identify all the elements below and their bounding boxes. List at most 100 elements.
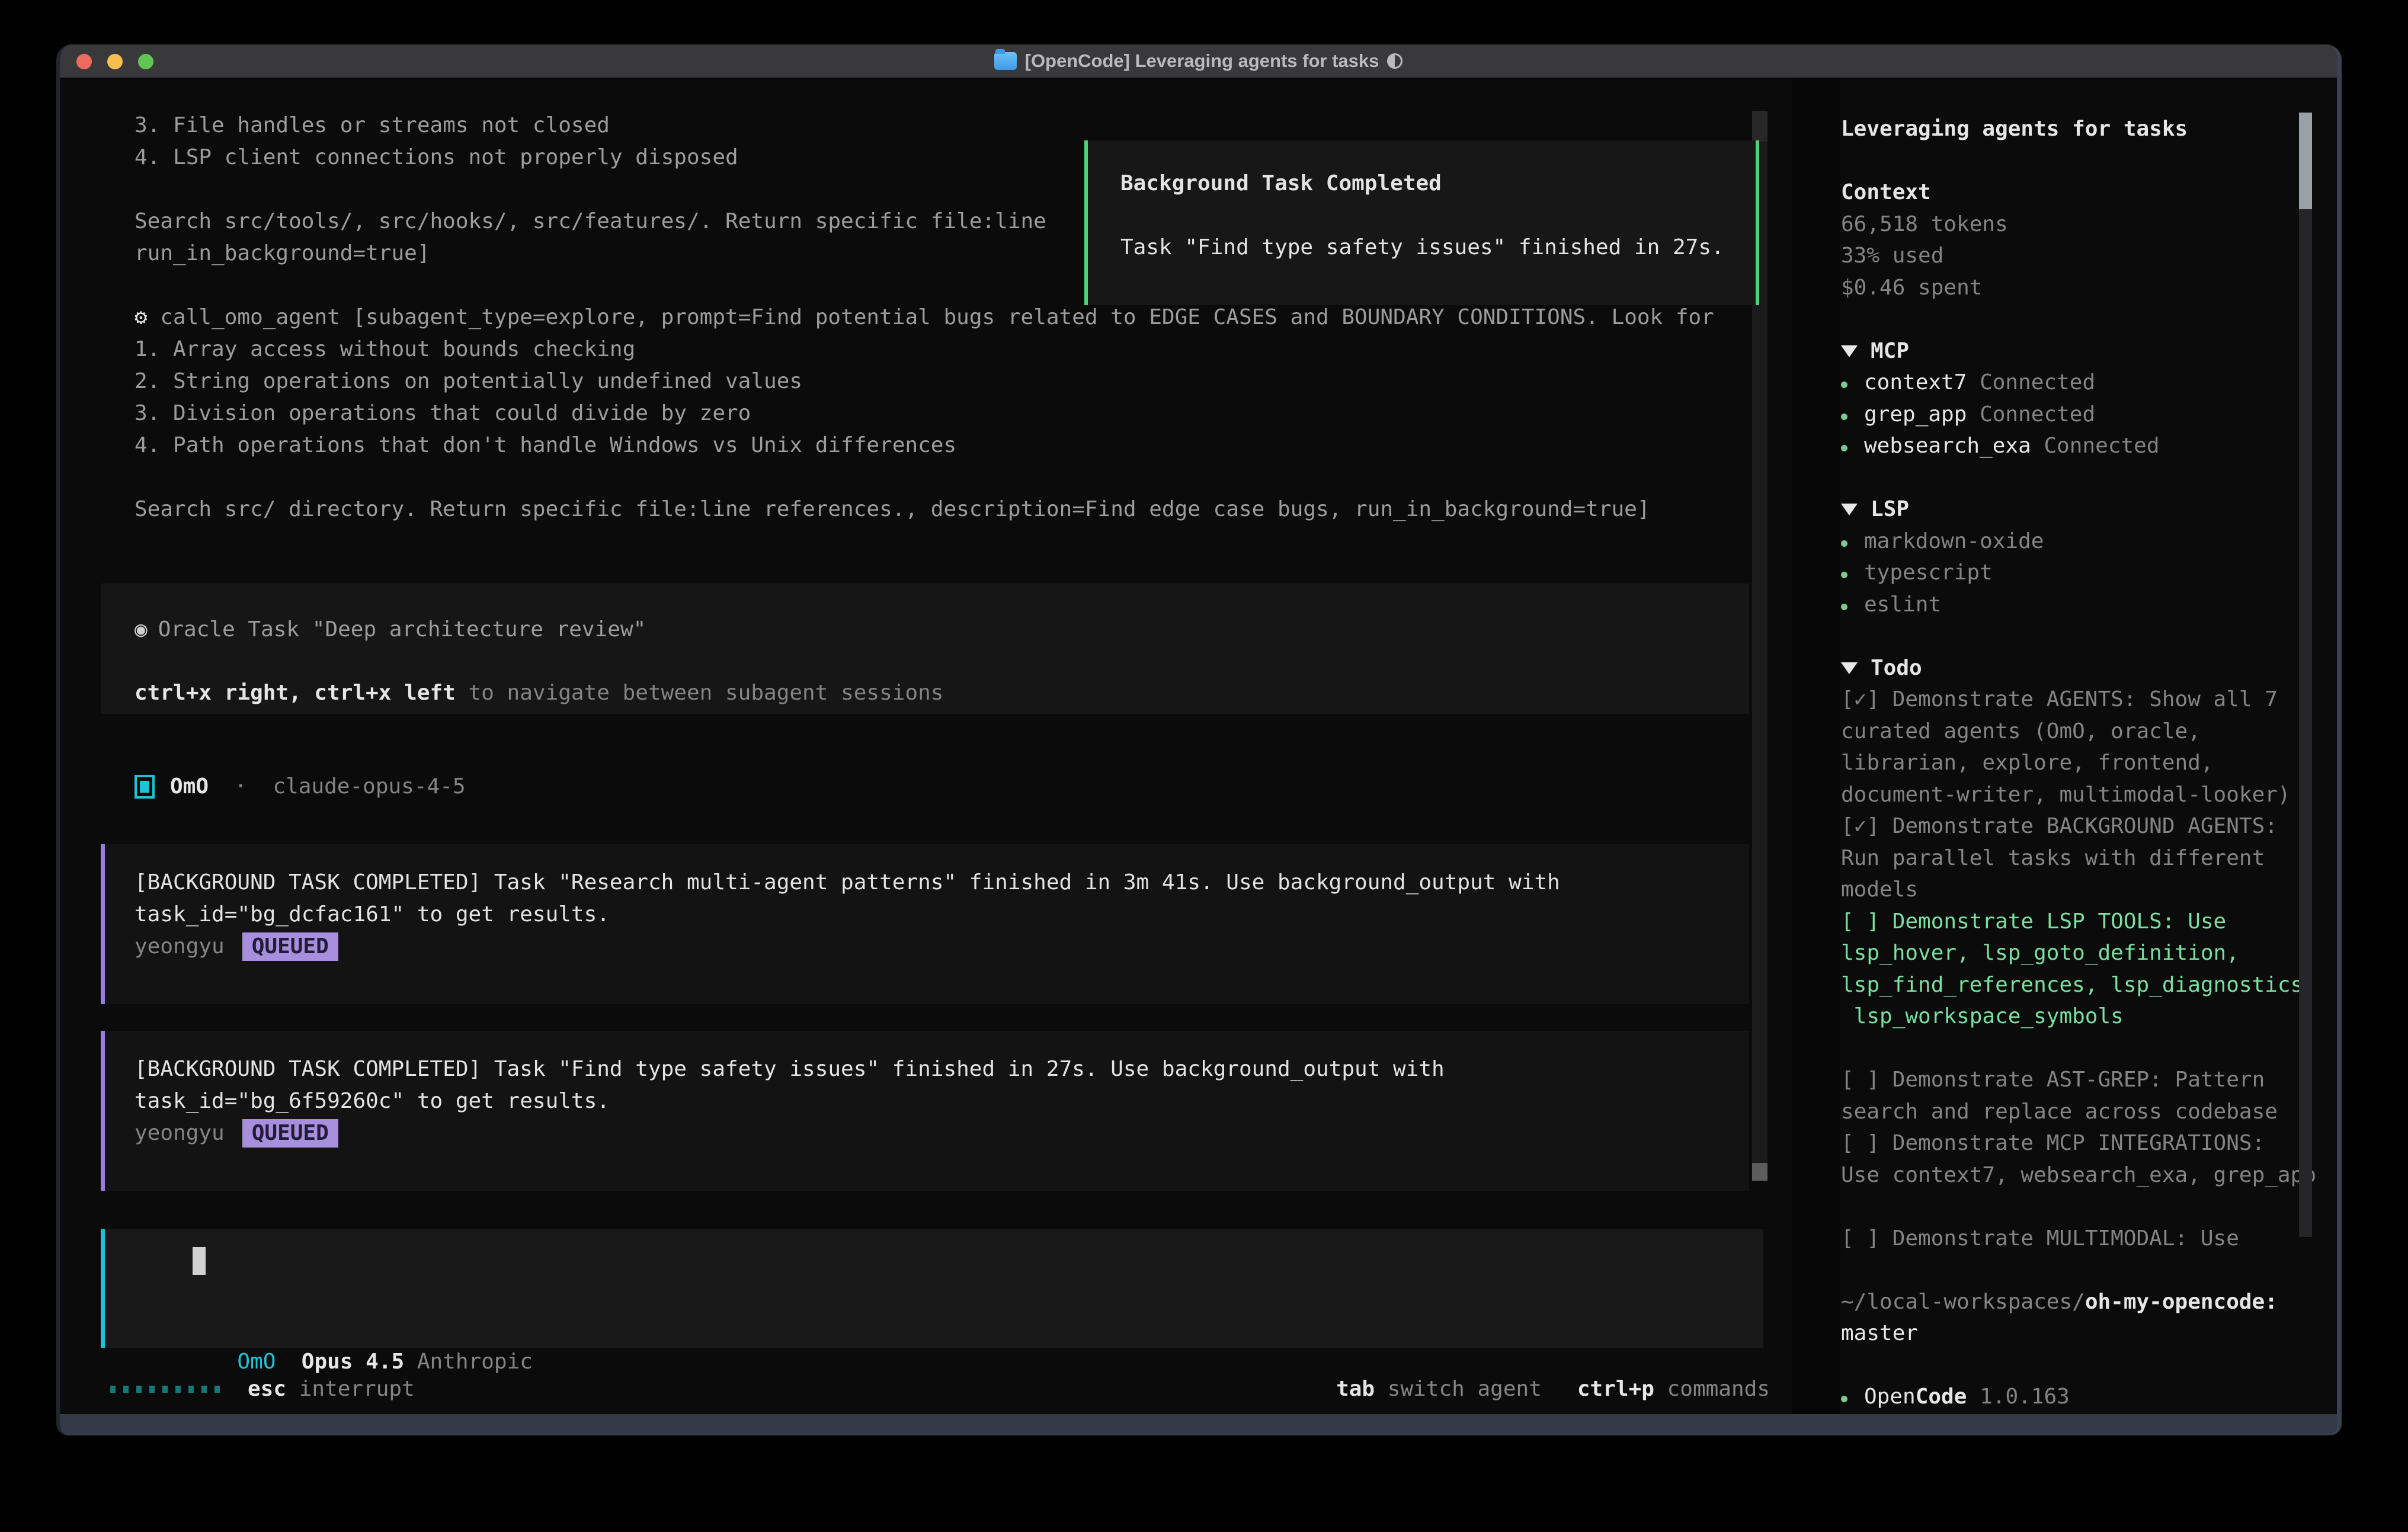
ctrlp-key-hint: ctrl+p [1577, 1377, 1654, 1401]
agent-model: claude-opus-4-5 [273, 771, 465, 803]
terminal-line: 3. Division operations that could divide… [135, 398, 1714, 430]
collapse-arrow-icon [1841, 345, 1858, 357]
sidebar-scrollbar-track[interactable] [2299, 113, 2312, 1237]
esc-label: interrupt [299, 1373, 415, 1405]
todo-line: [ ] Demonstrate MCP INTEGRATIONS: [1841, 1127, 2315, 1159]
separator: · [234, 771, 247, 803]
collapse-arrow-icon [1841, 662, 1858, 674]
todo-line: document-writer, multimodal-looker) [1841, 779, 2315, 811]
close-button[interactable] [76, 54, 92, 69]
status-bar: esc interrupt tab switch agent ctrl+p co… [110, 1373, 1770, 1405]
todo-line: [ ] Demonstrate MULTIMODAL: Use [1841, 1223, 2315, 1255]
half-circle-icon [1387, 53, 1402, 69]
toast-notification[interactable]: Background Task Completed Task "Find typ… [1084, 140, 1759, 305]
status-dot-icon [1841, 414, 1847, 420]
app-name-suffix: Code [1916, 1384, 1967, 1409]
message-line: task_id="bg_6f59260c" to get results. [135, 1085, 1749, 1117]
lsp-name: typescript [1864, 560, 1993, 585]
mcp-name: websearch_exa [1864, 434, 2031, 458]
mcp-item: grep_app Connected [1841, 399, 2315, 431]
agent-session-header: OmO · claude-opus-4-5 [135, 771, 466, 803]
traffic-lights [76, 44, 153, 78]
workspace-branch: master [1841, 1318, 2315, 1350]
lsp-name: eslint [1864, 592, 1941, 617]
todo-line-active: lsp_workspace_symbols [1841, 1001, 2315, 1033]
mcp-section-header[interactable]: MCP [1841, 335, 2315, 367]
model-provider: Anthropic [417, 1350, 533, 1374]
status-dot-icon [1841, 572, 1847, 578]
main-scrollbar-thumb[interactable] [1752, 1163, 1767, 1181]
minimize-button[interactable] [107, 54, 123, 69]
message-author: yeongyu [135, 1121, 225, 1145]
status-dot-icon [1841, 540, 1847, 547]
app-name-prefix: Open [1864, 1384, 1916, 1409]
lsp-item: typescript [1841, 557, 2315, 589]
mcp-item: websearch_exa Connected [1841, 430, 2315, 462]
blank-line [1841, 462, 2315, 494]
terminal-line: 1. Array access without bounds checking [135, 334, 1714, 366]
message-author: yeongyu [135, 934, 225, 959]
mcp-name: grep_app [1864, 402, 1967, 427]
todo-section-header[interactable]: Todo [1841, 652, 2315, 684]
folder-icon [994, 52, 1017, 70]
window-title: [OpenCode] Leveraging agents for tasks [994, 50, 1403, 72]
background-task-message: [BACKGROUND TASK COMPLETED] Task "Find t… [101, 1031, 1749, 1191]
todo-line: librarian, explore, frontend, [1841, 747, 2315, 779]
text-cursor [193, 1247, 206, 1275]
todo-line: Run parallel tasks with different [1841, 842, 2315, 874]
status-dot-icon [1841, 604, 1847, 610]
status-dot-icon [1841, 445, 1847, 451]
blank-line [1841, 145, 2315, 177]
blank-line [1841, 1350, 2315, 1382]
tool-call-text: call_omo_agent [subagent_type=explore, p… [160, 305, 1714, 329]
active-agent: OmO [237, 1350, 276, 1374]
separator-dot [209, 771, 234, 803]
lsp-item: markdown-oxide [1841, 525, 2315, 557]
message-line: [BACKGROUND TASK COMPLETED] Task "Find t… [135, 1053, 1749, 1085]
todo-line: [✓] Demonstrate AGENTS: Show all 7 [1841, 684, 2315, 716]
hint-text: to navigate between subagent sessions [456, 681, 944, 705]
todo-line: Use context7, websearch_exa, grep_app [1841, 1159, 2315, 1191]
context-tokens: 66,518 tokens [1841, 209, 2315, 241]
blank-line [135, 646, 1749, 678]
gear-icon: ⚙ [135, 305, 148, 329]
todo-line: [ ] Demonstrate AST-GREP: Pattern [1841, 1064, 2315, 1096]
window-titlebar[interactable]: [OpenCode] Leveraging agents for tasks [60, 44, 2337, 78]
mcp-status: Connected [1980, 402, 2095, 427]
terminal-line: Search src/ directory. Return specific f… [135, 493, 1714, 525]
active-model: Opus 4.5 [302, 1350, 404, 1374]
spacer [247, 771, 273, 803]
todo-line-active: lsp_hover, lsp_goto_definition, [1841, 937, 2315, 969]
esc-key-hint: esc [248, 1373, 286, 1405]
lsp-section-header[interactable]: LSP [1841, 493, 2315, 525]
hint-keys: ctrl+x right, ctrl+x left [135, 681, 456, 705]
version-line: OpenCode 1.0.163 [1841, 1381, 2315, 1413]
background-task-message: [BACKGROUND TASK COMPLETED] Task "Resear… [101, 844, 1749, 1004]
queued-badge: QUEUED [242, 1119, 338, 1148]
maximize-button[interactable] [138, 54, 153, 69]
sidebar-scrollbar-thumb[interactable] [2299, 113, 2312, 209]
workspace-path: ~/local-workspaces/oh-my-opencode: [1841, 1286, 2315, 1318]
ctrlp-label: commands [1667, 1377, 1770, 1401]
tab-key-hint: tab [1336, 1377, 1375, 1401]
main-scrollbar-cap [1752, 111, 1767, 142]
window-title-text: [OpenCode] Leveraging agents for tasks [1025, 50, 1379, 72]
terminal-content: 3. File handles or streams not closed 4.… [60, 78, 2337, 1414]
message-meta: yeongyu QUEUED [135, 1117, 1749, 1149]
blank-line [1841, 620, 2315, 652]
todo-line: curated agents (OmO, oracle, [1841, 716, 2315, 748]
todo-line: [✓] Demonstrate BACKGROUND AGENTS: [1841, 810, 2315, 842]
context-used: 33% used [1841, 240, 2315, 272]
prompt-input[interactable]: OmO Opus 4.5 Anthropic [101, 1229, 1763, 1348]
notification-body: Task "Find type safety issues" finished … [1120, 232, 1756, 264]
blank-line [1841, 303, 2315, 335]
blank-line [1841, 1191, 2315, 1223]
status-dot-icon [1841, 382, 1847, 388]
tool-call-line: ⚙ call_omo_agent [subagent_type=explore,… [135, 302, 1714, 334]
message-line: [BACKGROUND TASK COMPLETED] Task "Resear… [135, 867, 1749, 899]
terminal-line: 3. File handles or streams not closed [135, 110, 1714, 142]
app-version: 1.0.163 [1980, 1384, 2070, 1409]
workspace-dir: ~/local-workspaces/ [1841, 1290, 2085, 1314]
context-heading: Context [1841, 177, 2315, 209]
spinner-icon [110, 1386, 220, 1393]
